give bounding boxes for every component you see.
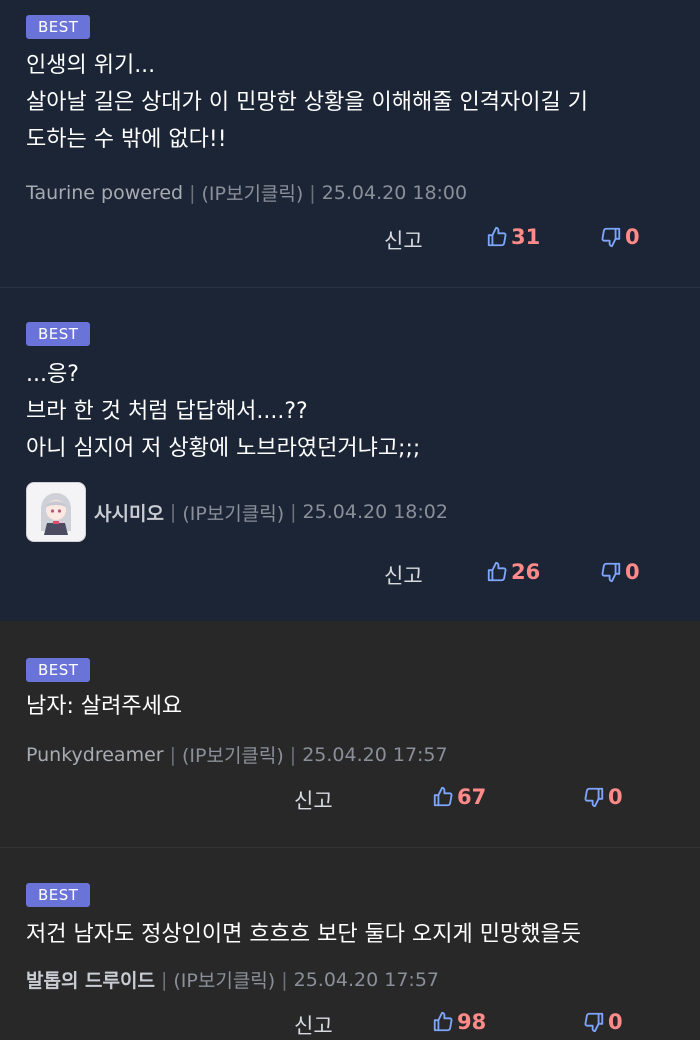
thumbs-up-icon — [487, 561, 507, 582]
best-badge: BEST — [26, 883, 91, 907]
thumbs-up-icon — [487, 226, 507, 247]
comment-date: 25.04.20 17:57 — [293, 968, 440, 991]
like-button[interactable]: 98 — [432, 1010, 486, 1034]
ip-view-link[interactable]: (IP보기클릭) — [182, 741, 284, 768]
thumbs-down-icon — [601, 562, 621, 583]
comment-meta: Taurine powered | (IP보기클릭) | 25.04.20 18… — [26, 179, 467, 206]
dislike-button[interactable]: 0 — [583, 1010, 623, 1034]
comment-actions: 신고 67 0 — [0, 785, 700, 815]
comment-date: 25.04.20 17:57 — [302, 743, 448, 766]
best-badge: BEST — [26, 322, 91, 346]
like-button[interactable]: 26 — [486, 560, 540, 584]
like-count: 98 — [457, 1010, 487, 1034]
author-name[interactable]: 사시미오 — [94, 499, 164, 526]
report-button[interactable]: 신고 — [384, 225, 423, 255]
comment-line: 살아날 길은 상대가 이 민망한 상황을 이해해줄 인격자이길 기 — [26, 90, 588, 115]
divider: | — [160, 968, 168, 991]
comment-item: BEST 남자: 살려주세요 Punkydreamer | (IP보기클릭) |… — [0, 621, 700, 847]
divider: | — [281, 968, 288, 991]
comment-meta: 사시미오 | (IP보기클릭) | 25.04.20 18:02 — [26, 482, 448, 542]
comment-line: 브라 한 것 처럼 답답해서....?? — [26, 399, 308, 424]
divider: | — [290, 501, 297, 523]
divider: | — [169, 501, 177, 523]
comment-text: 저건 남자도 정상인이면 흐흐흐 보단 둘다 오지게 민망했을듯 — [26, 916, 680, 953]
author-name[interactable]: Punkydreamer — [26, 744, 164, 766]
like-button[interactable]: 67 — [432, 785, 486, 809]
dislike-count: 0 — [608, 1010, 623, 1034]
like-count: 26 — [511, 560, 541, 584]
best-badge: BEST — [26, 15, 91, 39]
ip-view-link[interactable]: (IP보기클릭) — [201, 179, 303, 206]
comment-actions: 신고 31 0 — [0, 225, 700, 255]
comment-date: 25.04.20 18:00 — [321, 181, 468, 204]
like-button[interactable]: 31 — [486, 225, 540, 249]
thumbs-up-icon — [433, 786, 453, 807]
comment-text: 인생의 위기... 살아날 길은 상대가 이 민망한 상황을 이해해줄 인격자이… — [26, 47, 680, 158]
comment-item: BEST 저건 남자도 정상인이면 흐흐흐 보단 둘다 오지게 민망했을듯 발톱… — [0, 847, 700, 1040]
ip-view-link[interactable]: (IP보기클릭) — [182, 499, 284, 526]
avatar-character-icon — [41, 493, 71, 535]
comment-text: ...응? 브라 한 것 처럼 답답해서....?? 아니 심지어 저 상황에 … — [26, 356, 680, 467]
dislike-count: 0 — [625, 560, 640, 584]
report-button[interactable]: 신고 — [294, 1010, 333, 1040]
report-button[interactable]: 신고 — [384, 560, 423, 590]
comment-text: 남자: 살려주세요 — [26, 688, 680, 725]
comment-meta: 발톱의 드루이드 | (IP보기클릭) | 25.04.20 17:57 — [26, 966, 439, 993]
comment-line: 남자: 살려주세요 — [26, 694, 183, 719]
dislike-count: 0 — [625, 225, 640, 249]
dislike-button[interactable]: 0 — [600, 560, 640, 584]
comment-date: 25.04.20 18:02 — [302, 501, 448, 523]
divider: | — [189, 181, 196, 204]
comment-line: 도하는 수 밖에 없다!! — [26, 127, 227, 152]
comment-actions: 신고 98 0 — [0, 1010, 700, 1040]
avatar[interactable] — [26, 482, 86, 542]
thumbs-down-icon — [584, 1012, 604, 1033]
divider: | — [289, 743, 297, 766]
comment-item: BEST 인생의 위기... 살아날 길은 상대가 이 민망한 상황을 이해해줄… — [0, 0, 700, 287]
report-button[interactable]: 신고 — [294, 785, 333, 815]
thumbs-down-icon — [584, 787, 604, 808]
author-name[interactable]: Taurine powered — [26, 182, 183, 204]
thumbs-up-icon — [433, 1011, 453, 1032]
dislike-button[interactable]: 0 — [600, 225, 640, 249]
comment-line: 인생의 위기... — [26, 53, 156, 78]
ip-view-link[interactable]: (IP보기클릭) — [173, 966, 275, 993]
author-name[interactable]: 발톱의 드루이드 — [26, 966, 155, 993]
best-badge: BEST — [26, 658, 91, 682]
divider: | — [309, 181, 316, 204]
divider: | — [169, 743, 176, 766]
thumbs-down-icon — [601, 227, 621, 248]
dislike-button[interactable]: 0 — [583, 785, 623, 809]
comment-meta: Punkydreamer | (IP보기클릭) | 25.04.20 17:57 — [26, 741, 448, 768]
comment-actions: 신고 26 0 — [0, 560, 700, 590]
comment-item: BEST ...응? 브라 한 것 처럼 답답해서....?? 아니 심지어 저… — [0, 287, 700, 621]
dislike-count: 0 — [608, 785, 623, 809]
comment-line: 저건 남자도 정상인이면 흐흐흐 보단 둘다 오지게 민망했을듯 — [26, 922, 581, 947]
comment-line: ...응? — [26, 362, 79, 387]
like-count: 67 — [457, 785, 487, 809]
comment-line: 아니 심지어 저 상황에 노브라였던거냐고;;; — [26, 436, 421, 461]
like-count: 31 — [511, 225, 541, 249]
